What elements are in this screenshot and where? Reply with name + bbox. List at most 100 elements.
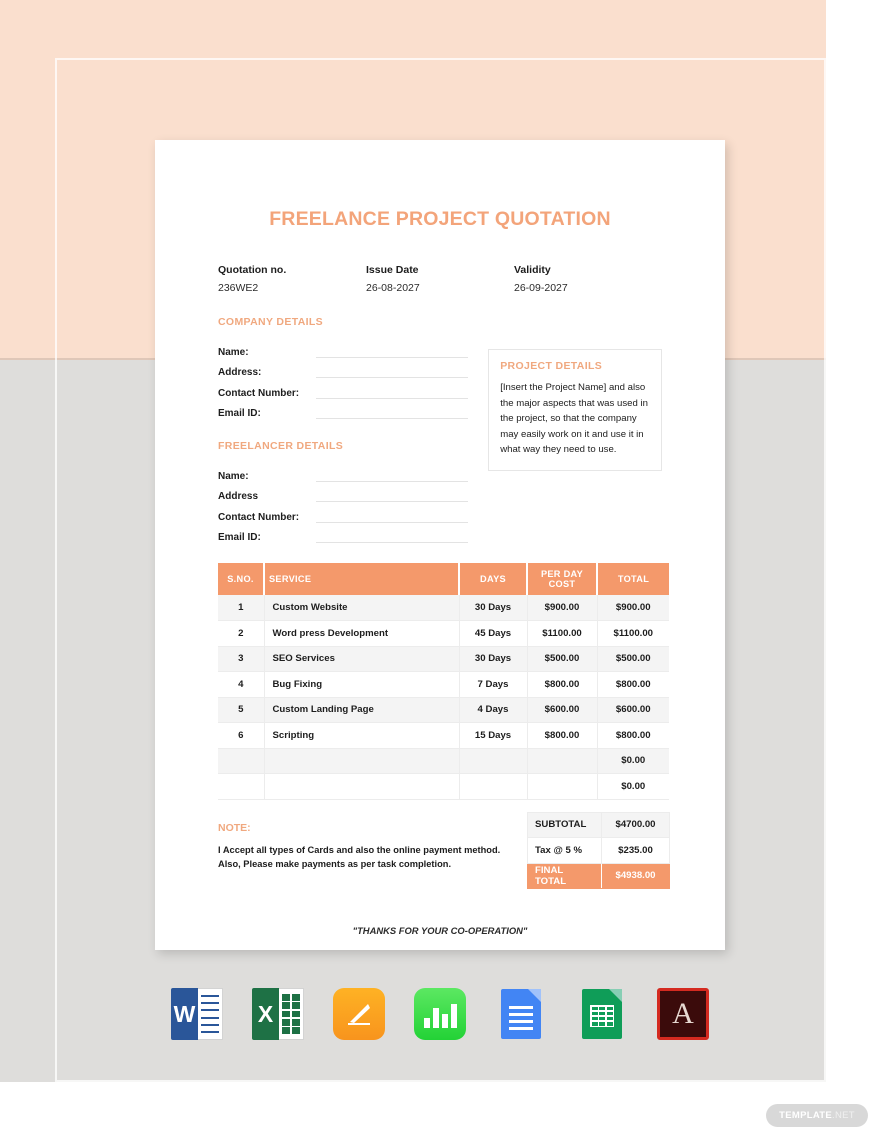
freelancer-details-title: FREELANCER DETAILS: [218, 440, 344, 452]
watermark-bold: TEMPLATE: [779, 1110, 833, 1121]
field-input-line[interactable]: [316, 542, 469, 543]
freelancer-name-field[interactable]: Name:: [218, 463, 469, 484]
per-day-cost-line1: PER DAY: [540, 569, 584, 579]
details-left-column: COMPANY DETAILS Name: Address: Contact N…: [218, 316, 469, 546]
cell-service: Word press Development: [264, 620, 460, 647]
final-total-value: $4938.00: [601, 862, 670, 889]
cell-days: [459, 773, 528, 800]
field-input-line[interactable]: [316, 418, 469, 419]
field-input-line[interactable]: [316, 356, 469, 358]
adobe-pdf-icon[interactable]: A: [657, 988, 709, 1040]
per-day-cost-line2: COST: [548, 579, 576, 589]
meta-value: 26-09-2027: [514, 282, 568, 294]
table-row[interactable]: 2 Word press Development 45 Days $1100.0…: [218, 620, 669, 647]
note-title: NOTE:: [218, 821, 251, 834]
word-letter: W: [171, 988, 198, 1040]
field-label: Email ID:: [218, 408, 261, 419]
cell-total: $900.00: [597, 595, 669, 621]
cell-sno: 6: [218, 722, 265, 749]
excel-letter: X: [252, 988, 279, 1040]
table-row[interactable]: 1 Custom Website 30 Days $900.00 $900.00: [218, 595, 669, 621]
meta-label: Validity: [514, 264, 551, 276]
cell-days: [459, 748, 528, 774]
table-row[interactable]: 5 Custom Landing Page 4 Days $600.00 $60…: [218, 697, 669, 723]
project-details-title: PROJECT DETAILS: [500, 360, 603, 372]
field-label: Name:: [218, 470, 249, 482]
cell-sno: 2: [218, 620, 265, 647]
microsoft-excel-icon[interactable]: X: [252, 988, 304, 1040]
table-row[interactable]: $0.00: [218, 748, 669, 774]
cell-total: $500.00: [597, 646, 669, 672]
cell-days: 4 Days: [459, 697, 528, 723]
doc-fold: [528, 989, 541, 1002]
freelancer-address-field[interactable]: Address: [218, 484, 469, 505]
document-page: FREELANCE PROJECT QUOTATION Quotation no…: [155, 140, 725, 950]
apple-numbers-icon[interactable]: [414, 988, 466, 1040]
cell-days: 7 Days: [459, 671, 528, 698]
field-input-line[interactable]: [316, 501, 469, 502]
cell-sno: 5: [218, 697, 265, 723]
table-row[interactable]: $0.00: [218, 773, 669, 800]
field-input-line[interactable]: [316, 397, 469, 399]
column-header-days: DAYS: [459, 563, 528, 595]
cell-days: 15 Days: [459, 722, 528, 749]
field-label: Contact Number:: [218, 511, 300, 523]
details-section: COMPANY DETAILS Name: Address: Contact N…: [218, 316, 662, 545]
cell-cost: $800.00: [527, 722, 598, 749]
bar-2: [432, 1008, 439, 1028]
column-header-sno: S.NO.: [218, 563, 265, 595]
cell-total: $600.00: [597, 697, 669, 723]
freelancer-details-block: FREELANCER DETAILS Name: Address Contact…: [218, 440, 469, 546]
cell-days: 30 Days: [459, 646, 528, 672]
background-white-right-margin: [826, 0, 880, 1140]
doc-lines: [509, 1006, 533, 1030]
microsoft-word-icon[interactable]: W: [171, 988, 223, 1040]
cell-total: $1100.00: [597, 620, 669, 647]
column-header-total: TOTAL: [597, 563, 669, 595]
meta-label: Issue Date: [366, 264, 419, 276]
cell-cost: $500.00: [527, 646, 598, 672]
cell-days: 30 Days: [459, 595, 528, 621]
field-input-line[interactable]: [316, 377, 469, 378]
tax-label: Tax @ 5 %: [527, 837, 602, 864]
sheet-fold: [609, 989, 622, 1002]
google-docs-icon[interactable]: [495, 988, 547, 1040]
field-input-line[interactable]: [316, 521, 469, 523]
freelancer-contact-number-field[interactable]: Contact Number:: [218, 504, 469, 525]
thanks-message: "THANKS FOR YOUR CO-OPERATION": [352, 925, 528, 936]
page-title: FREELANCE PROJECT QUOTATION: [269, 208, 611, 230]
freelancer-email-field[interactable]: Email ID:: [218, 525, 469, 546]
field-label: Name:: [218, 346, 249, 358]
cell-service: Custom Landing Page: [264, 697, 460, 723]
cell-cost: $600.00: [527, 697, 598, 723]
company-name-field[interactable]: Name:: [218, 339, 469, 360]
quotation-meta-row: Quotation no. 236WE2 Issue Date 26-08-20…: [218, 264, 662, 294]
bar-4: [450, 1004, 457, 1028]
table-row[interactable]: 6 Scripting 15 Days $800.00 $800.00: [218, 722, 669, 749]
sheet-grid: [590, 1005, 614, 1027]
company-email-field[interactable]: Email ID:: [218, 401, 469, 422]
company-address-field[interactable]: Address:: [218, 360, 469, 381]
google-sheets-icon[interactable]: [576, 988, 628, 1040]
table-row[interactable]: 3 SEO Services 30 Days $500.00 $500.00: [218, 646, 669, 672]
column-header-service: SERVICE: [264, 563, 460, 595]
watermark-light: .NET: [832, 1110, 855, 1121]
cell-cost: $800.00: [527, 671, 598, 698]
field-input-line[interactable]: [316, 480, 469, 482]
company-contact-number-field[interactable]: Contact Number:: [218, 380, 469, 401]
meta-quotation-no: Quotation no. 236WE2: [218, 264, 366, 294]
cell-cost: [527, 773, 598, 800]
column-header-per-day-cost: PER DAY COST: [527, 563, 598, 595]
note-line-1: I Accept all types of Cards and also the…: [218, 844, 501, 855]
background-white-bottom-margin: [0, 1082, 880, 1140]
subtotal-value: $4700.00: [601, 811, 670, 838]
cell-service: Bug Fixing: [264, 671, 460, 698]
table-row[interactable]: 4 Bug Fixing 7 Days $800.00 $800.00: [218, 671, 669, 698]
bar-1: [423, 1018, 430, 1028]
pen-glyph: [348, 1004, 370, 1025]
apple-pages-icon[interactable]: [333, 988, 385, 1040]
acrobat-glyph: A: [672, 997, 694, 1030]
meta-label: Quotation no.: [218, 264, 287, 276]
cell-days: 45 Days: [459, 620, 528, 647]
